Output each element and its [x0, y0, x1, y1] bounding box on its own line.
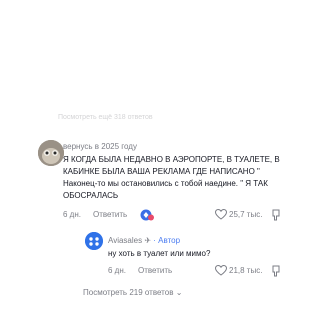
- reply-time: 6 дн.: [108, 266, 126, 275]
- reply-meta: 6 дн. Ответить 21,8 тыс.: [108, 265, 293, 278]
- reply-like-count: 21,8 тыс.: [229, 266, 263, 275]
- reaction-icon[interactable]: [140, 209, 154, 221]
- comment-username[interactable]: вернусь в 2025 году: [63, 142, 137, 151]
- airplane-icon: ✈: [144, 236, 152, 245]
- dislike-icon[interactable]: [271, 209, 281, 221]
- comment-reply-button[interactable]: Ответить: [93, 210, 127, 219]
- comment-like-count: 25,7 тыс.: [229, 210, 263, 219]
- comment-meta: 6 дн. Ответить 25,7 тыс.: [63, 209, 288, 222]
- author-badge: · Автор: [153, 236, 181, 245]
- faded-previous-row: Посмотреть ещё 318 ответов: [58, 114, 153, 121]
- reply-avatar[interactable]: [85, 232, 103, 250]
- avatar[interactable]: [38, 140, 64, 166]
- view-replies-button[interactable]: Посмотреть 219 ответов ⌄: [83, 288, 182, 297]
- chevron-down-icon: ⌄: [175, 288, 183, 297]
- reply-username[interactable]: Aviasales ✈ · Автор: [108, 236, 180, 245]
- like-heart-icon[interactable]: [215, 265, 227, 276]
- comment-text: Я КОГДА БЫЛА НЕДАВНО В АЭРОПОРТЕ, В ТУАЛ…: [63, 155, 280, 200]
- comment-time: 6 дн.: [63, 210, 81, 219]
- dislike-icon[interactable]: [271, 265, 281, 277]
- like-heart-icon[interactable]: [215, 209, 227, 220]
- reply-reply-button[interactable]: Ответить: [138, 266, 172, 275]
- reply-text: ну хоть в туалет или мимо?: [108, 249, 211, 258]
